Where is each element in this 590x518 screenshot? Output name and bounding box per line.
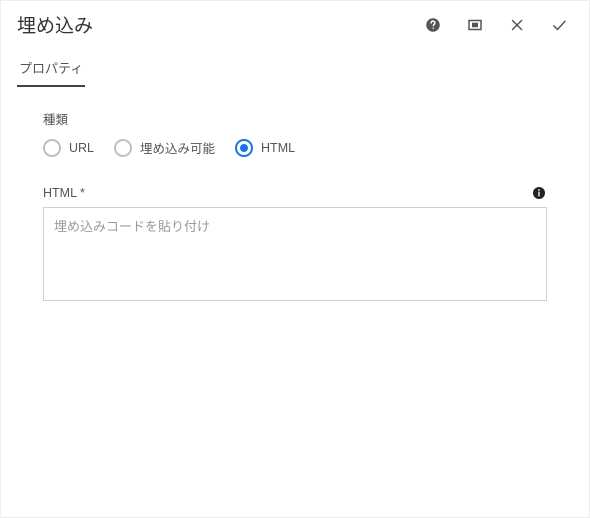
tab-properties[interactable]: プロパティ (17, 52, 85, 87)
fullscreen-icon[interactable] (465, 15, 485, 35)
panel-body: 種類 URL 埋め込み可能 HTML HTML * (1, 87, 589, 306)
radio-embeddable[interactable] (114, 139, 132, 157)
tab-bar: プロパティ (1, 52, 589, 87)
radio-url[interactable] (43, 139, 61, 157)
embed-panel: 埋め込み (0, 0, 590, 518)
type-label: 種類 (43, 109, 547, 128)
panel-title: 埋め込み (17, 11, 423, 38)
info-icon[interactable] (531, 185, 547, 201)
radio-embeddable-label: 埋め込み可能 (140, 138, 215, 157)
html-field-label: HTML * (43, 186, 85, 200)
radio-url-label: URL (69, 141, 94, 155)
confirm-icon[interactable] (549, 15, 569, 35)
html-input[interactable] (43, 207, 547, 301)
help-icon[interactable] (423, 15, 443, 35)
radio-html[interactable] (235, 139, 253, 157)
panel-header: 埋め込み (1, 1, 589, 46)
close-icon[interactable] (507, 15, 527, 35)
type-radio-group: URL 埋め込み可能 HTML (43, 138, 547, 157)
header-actions (423, 15, 569, 35)
radio-html-label: HTML (261, 141, 295, 155)
html-field-header: HTML * (43, 185, 547, 201)
